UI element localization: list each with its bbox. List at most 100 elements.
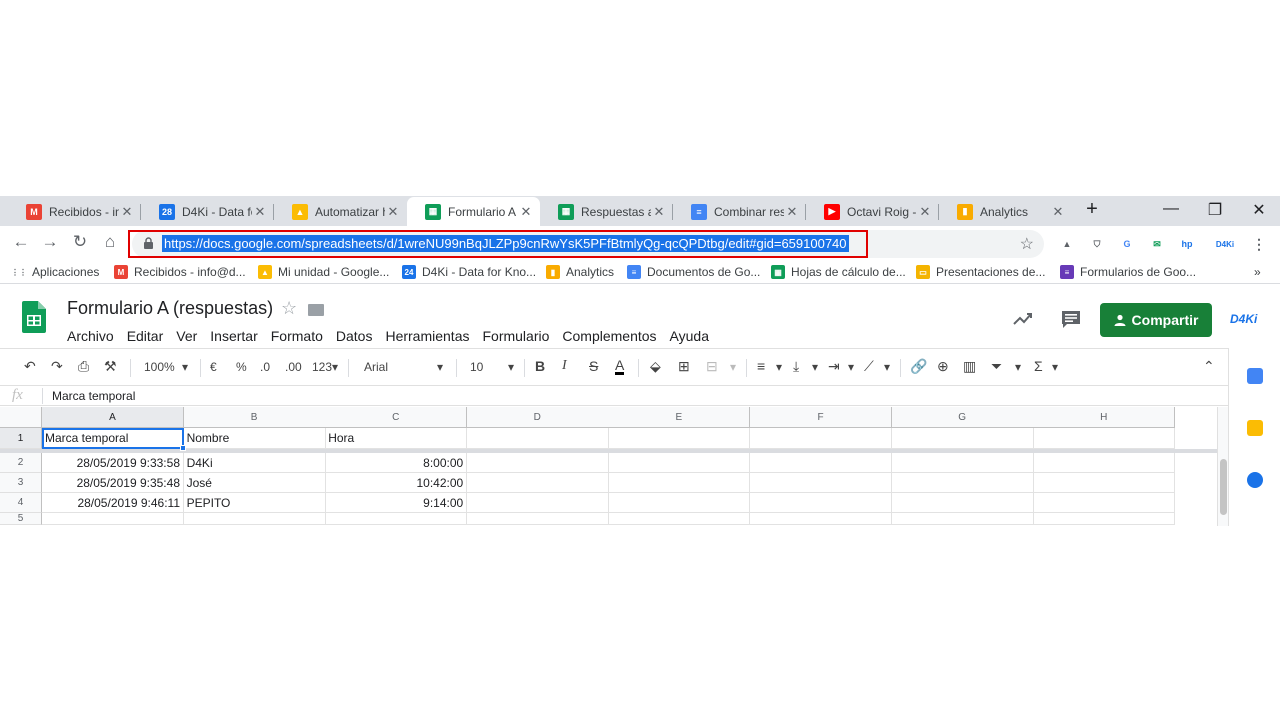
close-icon[interactable]: ✕ <box>917 204 933 220</box>
scrollbar-thumb[interactable] <box>1220 459 1227 515</box>
new-tab-button[interactable]: + <box>1077 198 1107 221</box>
menu-item[interactable]: Ayuda <box>670 328 709 344</box>
browser-tab[interactable]: ▦ Formulario A (✕ <box>407 197 540 226</box>
row-header[interactable]: 2 <box>0 453 42 473</box>
table-cell[interactable]: PEPITO <box>183 493 326 513</box>
close-icon[interactable]: ✕ <box>518 204 534 220</box>
collapse-menu-icon[interactable]: ⌃ <box>1203 358 1215 375</box>
menu-item[interactable]: Formulario <box>482 328 549 344</box>
browser-tab[interactable]: ▶ Octavi Roig - Y✕ <box>806 197 939 226</box>
bookmarks-overflow-icon[interactable]: » <box>1254 265 1261 279</box>
fill-color-icon[interactable]: ⬙ <box>650 358 661 375</box>
table-cell[interactable]: 9:14:00 <box>325 493 468 513</box>
bookmark-item[interactable]: ≡ Formularios de Goo... <box>1060 265 1196 279</box>
italic-button[interactable]: I <box>562 358 567 374</box>
bookmark-item[interactable]: ▦ Hojas de cálculo de... <box>771 265 906 279</box>
bookmark-item[interactable]: 24 D4Ki - Data for Kno... <box>402 265 536 279</box>
row-header[interactable]: 3 <box>0 473 42 493</box>
browser-menu-icon[interactable]: ⋮ <box>1250 235 1268 253</box>
drive-extension-icon[interactable]: ▲ <box>1058 235 1076 253</box>
table-cell[interactable] <box>466 453 609 473</box>
header-cell[interactable] <box>1033 428 1176 449</box>
bookmark-item[interactable]: ▮ Analytics <box>546 265 614 279</box>
chevron-down-icon[interactable]: ▾ <box>776 360 782 374</box>
browser-tab[interactable]: 28 D4Ki - Data fo ✕ <box>141 197 274 226</box>
header-cell[interactable] <box>466 428 609 449</box>
reload-icon[interactable]: ↻ <box>69 232 91 252</box>
column-header[interactable]: C <box>325 407 468 428</box>
table-cell[interactable] <box>608 513 751 525</box>
menu-item[interactable]: Editar <box>127 328 164 344</box>
close-icon[interactable]: ✕ <box>1050 204 1066 220</box>
table-cell[interactable]: D4Ki <box>183 453 326 473</box>
menu-item[interactable]: Archivo <box>67 328 114 344</box>
table-cell[interactable] <box>750 473 892 493</box>
table-cell[interactable] <box>1033 473 1176 493</box>
text-color-button[interactable]: A <box>615 358 625 375</box>
close-icon[interactable]: ✕ <box>252 204 268 220</box>
row-header[interactable]: 1 <box>0 428 42 449</box>
table-cell[interactable] <box>750 513 892 525</box>
percent-format-button[interactable]: % <box>236 360 247 374</box>
chevron-down-icon[interactable]: ▾ <box>884 360 890 374</box>
bookmark-item[interactable]: ▲ Mi unidad - Google... <box>258 265 389 279</box>
activity-trend-icon[interactable] <box>1012 309 1034 329</box>
table-cell[interactable]: José <box>183 473 326 493</box>
column-header[interactable]: F <box>750 407 892 428</box>
mail-extension-icon[interactable]: ✉ <box>1148 235 1166 253</box>
browser-tab[interactable]: ≡ Combinar resp✕ <box>673 197 806 226</box>
menu-item[interactable]: Ver <box>176 328 197 344</box>
back-icon[interactable]: ← <box>10 232 32 252</box>
column-header[interactable]: B <box>183 407 326 428</box>
table-cell[interactable] <box>1033 513 1176 525</box>
browser-tab[interactable]: ▲ Automatizar h ✕ <box>274 197 407 226</box>
merge-cells-icon[interactable]: ⊟ <box>706 358 718 375</box>
borders-icon[interactable]: ⊞ <box>678 358 690 375</box>
more-formats-button[interactable]: 123 <box>312 360 332 374</box>
close-icon[interactable]: ✕ <box>651 204 667 220</box>
strikethrough-button[interactable]: S <box>589 358 598 374</box>
chevron-down-icon[interactable]: ▾ <box>182 360 188 374</box>
table-cell[interactable] <box>466 493 609 513</box>
header-cell[interactable] <box>891 428 1034 449</box>
table-cell[interactable]: 28/05/2019 9:46:11 <box>42 493 184 513</box>
document-title[interactable]: Formulario A (respuestas) <box>67 298 273 319</box>
table-cell[interactable] <box>608 453 751 473</box>
header-cell[interactable]: Nombre <box>183 428 326 449</box>
chevron-down-icon[interactable]: ▾ <box>1052 360 1058 374</box>
table-cell[interactable] <box>1033 453 1176 473</box>
decrease-decimal-button[interactable]: .0 <box>260 360 270 374</box>
vertical-scrollbar[interactable] <box>1217 407 1228 526</box>
print-icon[interactable]: ⎙ <box>78 358 89 375</box>
brand-logo[interactable]: D4Ki <box>1230 312 1257 326</box>
restore-icon[interactable]: ❐ <box>1200 200 1230 220</box>
table-cell[interactable]: 28/05/2019 9:33:58 <box>42 453 184 473</box>
insert-link-icon[interactable]: 🔗 <box>910 358 927 375</box>
star-icon[interactable]: ☆ <box>281 298 297 319</box>
insert-chart-icon[interactable]: ▥ <box>963 358 976 375</box>
browser-tab[interactable]: ▦ Respuestas au✕ <box>540 197 673 226</box>
font-size-select[interactable]: 10 <box>470 360 483 374</box>
bookmark-item[interactable]: ≡ Documentos de Go... <box>627 265 760 279</box>
table-cell[interactable] <box>891 513 1034 525</box>
menu-item[interactable]: Insertar <box>210 328 257 344</box>
table-cell[interactable] <box>750 493 892 513</box>
currency-format-button[interactable]: € <box>210 360 217 374</box>
table-cell[interactable] <box>891 473 1034 493</box>
column-header[interactable]: A <box>42 407 184 428</box>
bookmark-item[interactable]: M Recibidos - info@d... <box>114 265 246 279</box>
menu-item[interactable]: Complementos <box>562 328 656 344</box>
sheets-logo-icon[interactable] <box>22 301 46 333</box>
bookmark-item[interactable]: ▭ Presentaciones de... <box>916 265 1045 279</box>
close-icon[interactable]: ✕ <box>119 204 135 220</box>
text-wrap-icon[interactable]: ⇥ <box>828 358 840 375</box>
zoom-select[interactable]: 100% <box>144 360 175 374</box>
paint-format-icon[interactable]: ⚒ <box>104 358 117 375</box>
table-cell[interactable]: 28/05/2019 9:35:48 <box>42 473 184 493</box>
column-header[interactable]: E <box>608 407 751 428</box>
font-select[interactable]: Arial <box>364 360 388 374</box>
forward-icon[interactable]: → <box>39 232 61 252</box>
vertical-align-icon[interactable]: ⤓ <box>793 358 799 375</box>
chevron-down-icon[interactable]: ▾ <box>1015 360 1021 374</box>
translate-extension-icon[interactable]: G <box>1118 235 1136 253</box>
